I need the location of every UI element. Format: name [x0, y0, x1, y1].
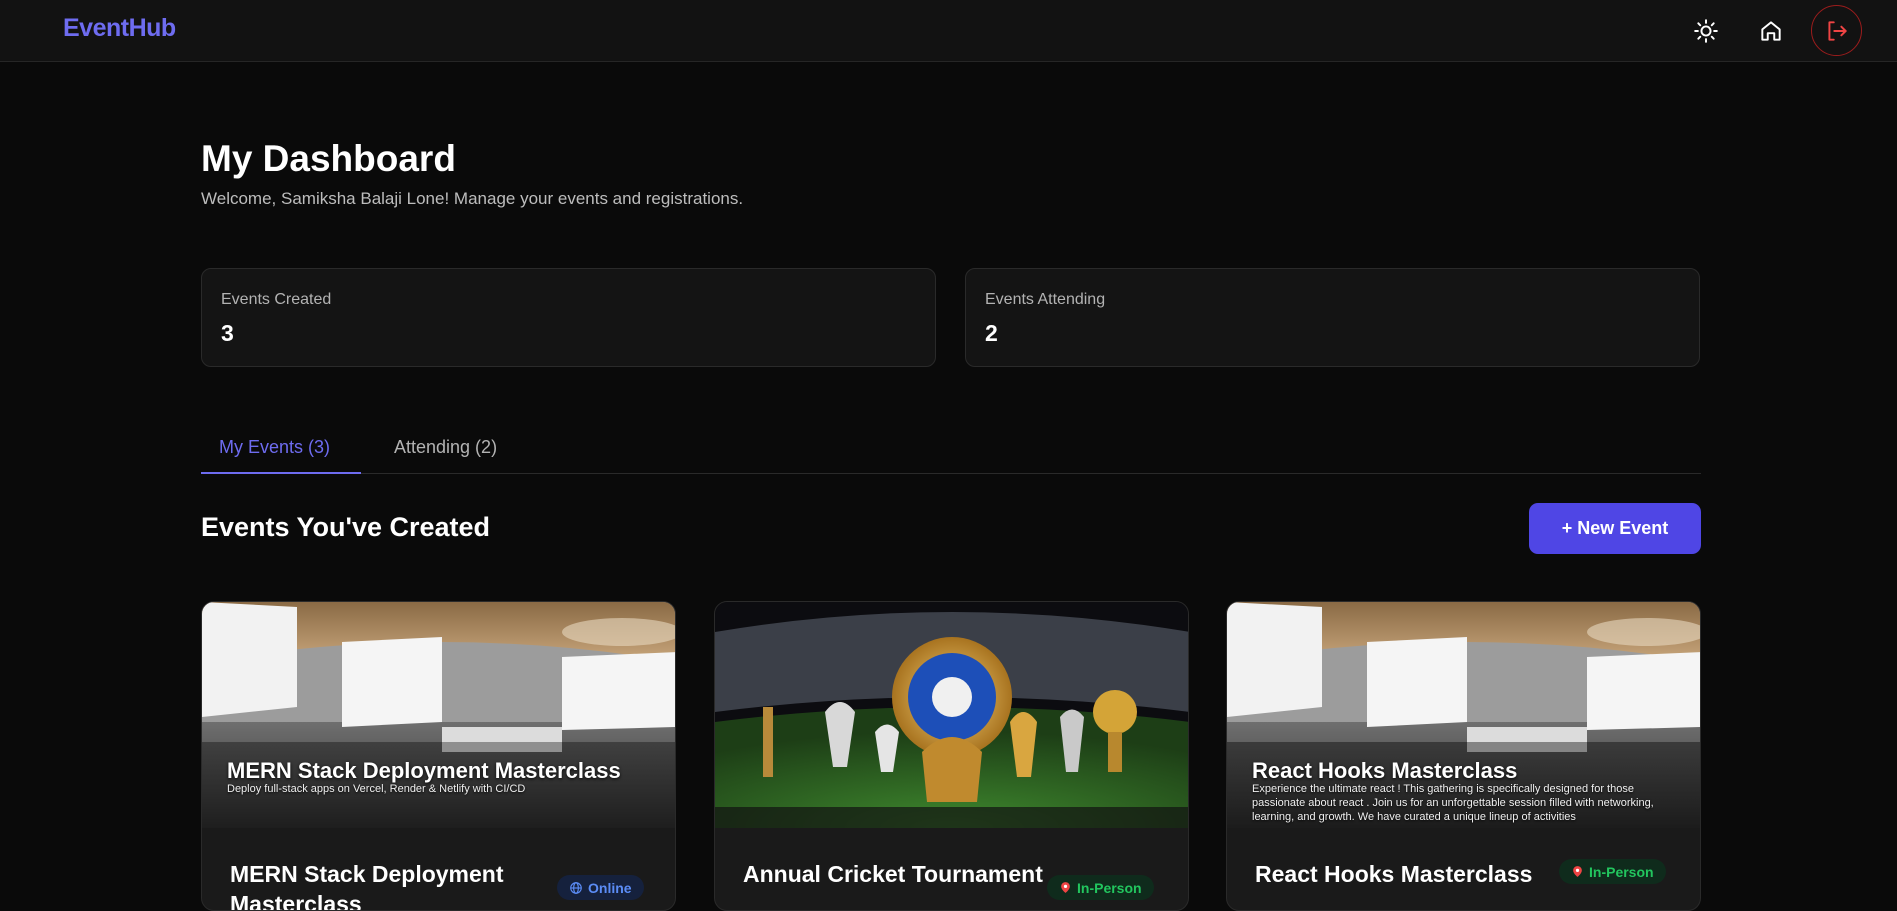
event-title[interactable]: React Hooks Masterclass — [1255, 859, 1575, 889]
stat-label: Events Attending — [985, 291, 1106, 308]
tab-my-events[interactable]: My Events (3) — [219, 437, 330, 470]
stat-value: 3 — [221, 320, 234, 346]
new-event-button[interactable]: + New Event — [1529, 503, 1701, 554]
event-overlay-title: React Hooks Masterclass — [1252, 758, 1518, 783]
event-image — [715, 602, 1188, 828]
sun-icon — [1694, 19, 1718, 43]
logout-button[interactable] — [1811, 5, 1862, 56]
stat-card-events-created: Events Created 3 — [201, 268, 936, 367]
logout-icon — [1827, 20, 1847, 41]
event-title[interactable]: MERN Stack Deployment Masterclass — [230, 859, 530, 910]
event-overlay-description: Experience the ultimate react ! This gat… — [1252, 783, 1654, 823]
pin-icon — [1061, 882, 1070, 893]
event-overlay-title: MERN Stack Deployment Masterclass — [227, 758, 621, 783]
welcome-message: Welcome, Samiksha Balaji Lone! Manage yo… — [201, 189, 744, 208]
page-title: My Dashboard — [201, 138, 456, 179]
globe-icon — [570, 881, 582, 894]
event-mode-badge: In-Person — [1047, 875, 1154, 900]
badge-label: In-Person — [1077, 879, 1142, 896]
theme-toggle-button[interactable] — [1683, 8, 1729, 54]
event-mode-badge: In-Person — [1559, 859, 1666, 884]
event-card[interactable]: React Hooks Masterclass Experience the u… — [1226, 601, 1701, 911]
event-overlay-description: Deploy full-stack apps on Vercel, Render… — [227, 783, 526, 795]
top-navbar: EventHub — [0, 0, 1897, 62]
event-card[interactable]: MERN Stack Deployment Masterclass Deploy… — [201, 601, 676, 911]
home-icon — [1761, 21, 1781, 41]
active-tab-indicator — [201, 472, 361, 474]
home-button[interactable] — [1748, 8, 1794, 54]
badge-label: In-Person — [1589, 863, 1654, 880]
brand-logo[interactable]: EventHub — [63, 14, 176, 43]
dashboard-tabs: My Events (3) Attending (2) — [201, 425, 1701, 474]
event-title[interactable]: Annual Cricket Tournament — [743, 859, 1043, 889]
tab-attending[interactable]: Attending (2) — [394, 437, 497, 470]
event-mode-badge: Online — [557, 875, 644, 900]
pin-icon — [1573, 866, 1582, 877]
stat-label: Events Created — [221, 291, 332, 308]
event-card[interactable]: Annual Cricket Tournament In-Person — [714, 601, 1189, 911]
stat-value: 2 — [985, 320, 998, 346]
badge-label: Online — [588, 879, 632, 896]
section-title: Events You've Created — [201, 512, 491, 542]
stat-card-events-attending: Events Attending 2 — [965, 268, 1700, 367]
